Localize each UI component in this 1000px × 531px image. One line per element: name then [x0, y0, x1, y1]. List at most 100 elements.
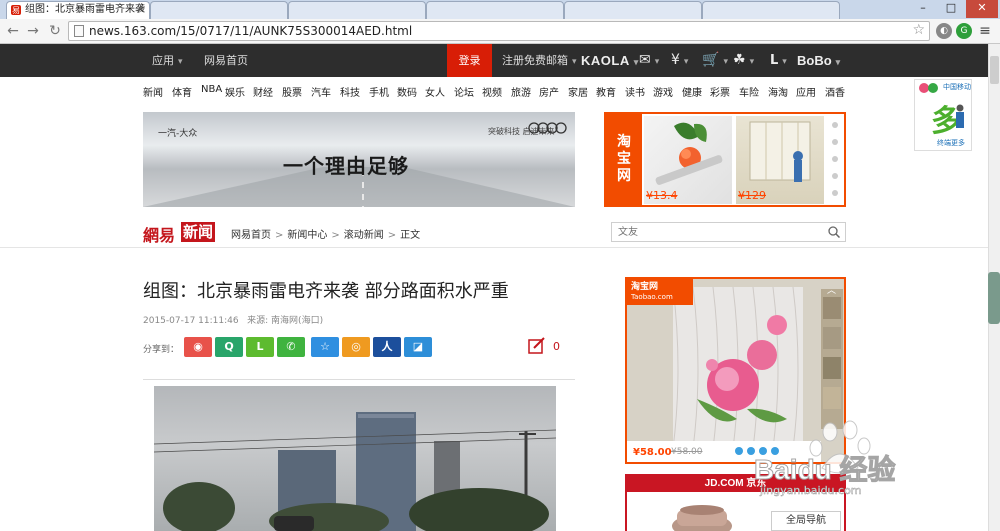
- cart-icon[interactable]: 🛒: [702, 44, 728, 77]
- taobao-banner-ad[interactable]: 淘宝网 ¥13.4 ¥129: [604, 112, 846, 207]
- breadcrumb-link[interactable]: 滚动新闻: [344, 230, 384, 241]
- channel-link[interactable]: 酒香: [825, 84, 845, 99]
- login-button[interactable]: 登录: [447, 44, 492, 77]
- curtain-image: [749, 121, 811, 182]
- scroll-up-chevron-icon[interactable]: ︿: [827, 283, 836, 296]
- teapot-product-image: [672, 505, 732, 531]
- channel-link[interactable]: 读书: [625, 84, 645, 99]
- mail-icon[interactable]: ✉: [639, 44, 659, 77]
- channel-link[interactable]: 股票: [282, 84, 302, 99]
- search-icon[interactable]: [828, 226, 840, 238]
- game-icon[interactable]: ☘: [733, 44, 754, 77]
- taobao-logo: 淘宝网: [606, 114, 642, 205]
- apps-menu[interactable]: 应用: [152, 44, 183, 77]
- carousel-dot[interactable]: [832, 156, 838, 162]
- breadcrumb-separator-icon: >: [331, 230, 340, 241]
- maximize-button[interactable]: □: [938, 0, 964, 18]
- channel-link[interactable]: 科技: [340, 84, 360, 99]
- netease-news-logo[interactable]: 網易 新闻: [143, 222, 221, 245]
- product-price: ¥129: [738, 189, 766, 202]
- breadcrumb-link[interactable]: 网易首页: [231, 230, 271, 241]
- yen-icon[interactable]: ¥: [671, 44, 688, 77]
- carousel-dot[interactable]: [832, 173, 838, 179]
- global-nav-button[interactable]: 全局导航: [771, 511, 841, 531]
- browser-tab[interactable]: [702, 1, 840, 19]
- netease-home-link[interactable]: 网易首页: [204, 44, 248, 77]
- share-lofter-button[interactable]: L: [246, 337, 274, 357]
- browser-tab[interactable]: [150, 1, 288, 19]
- product-curtain[interactable]: ¥129: [736, 116, 824, 204]
- bookmark-star-icon[interactable]: ☆: [912, 22, 925, 38]
- channel-link[interactable]: 家居: [568, 84, 588, 99]
- channel-link[interactable]: 财经: [253, 84, 273, 99]
- channel-link[interactable]: 娱乐: [225, 84, 245, 99]
- channel-link[interactable]: 房产: [539, 84, 559, 99]
- tab-close-icon[interactable]: ×: [137, 2, 145, 18]
- browser-menu-icon[interactable]: ≡: [976, 22, 994, 40]
- product-flower-vase[interactable]: ¥13.4: [644, 116, 732, 204]
- carousel-dot[interactable]: [832, 122, 838, 128]
- kaola-link[interactable]: KAOLA: [581, 44, 639, 77]
- minimize-button[interactable]: –: [910, 0, 936, 18]
- browser-tab-active[interactable]: 易 组图：北京暴雨雷电齐来袭 ×: [6, 1, 150, 19]
- window-close-button[interactable]: ✕: [966, 0, 998, 18]
- site-search[interactable]: [611, 222, 846, 242]
- share-more-button[interactable]: ◪: [404, 337, 432, 357]
- search-input[interactable]: [618, 225, 818, 239]
- channel-link[interactable]: 彩票: [710, 84, 730, 99]
- carousel-dot[interactable]: [832, 139, 838, 145]
- reload-icon[interactable]: ↻: [46, 22, 64, 40]
- forward-arrow-icon[interactable]: →: [24, 22, 42, 40]
- share-qzone-button[interactable]: Q: [215, 337, 243, 357]
- channel-link[interactable]: 女人: [425, 84, 445, 99]
- channel-link[interactable]: 新闻: [143, 84, 163, 99]
- extension-icon[interactable]: ◐: [936, 23, 952, 39]
- netease-favicon-icon: 易: [11, 5, 21, 15]
- share-wechat-button[interactable]: ✆: [277, 337, 305, 357]
- free-mail-link[interactable]: 注册免费邮箱: [502, 44, 577, 77]
- channel-link[interactable]: 手机: [369, 84, 389, 99]
- side-floating-widget[interactable]: [988, 272, 1000, 324]
- carousel-dot[interactable]: [832, 190, 838, 196]
- browser-tab[interactable]: [426, 1, 564, 19]
- cm-tagline: 终端更多: [937, 139, 965, 147]
- breadcrumb-separator-icon: >: [275, 230, 284, 241]
- comment-edit-icon[interactable]: [528, 337, 546, 355]
- channel-link[interactable]: 车险: [739, 84, 759, 99]
- channel-link[interactable]: 数码: [397, 84, 417, 99]
- share-sina-button[interactable]: ◎: [342, 337, 370, 357]
- article-divider: [143, 379, 575, 380]
- logo-netease-text: 網易: [143, 226, 176, 245]
- audi-banner-ad[interactable]: 一汽-大众 突破科技 启迪未来 一个理由足够: [143, 112, 575, 207]
- comment-count[interactable]: 0: [553, 340, 560, 353]
- article-photo[interactable]: [154, 386, 556, 531]
- channel-link[interactable]: 体育: [172, 84, 192, 99]
- channel-link[interactable]: 海淘: [768, 84, 788, 99]
- channel-link[interactable]: 教育: [596, 84, 616, 99]
- channel-link[interactable]: 健康: [682, 84, 702, 99]
- channel-link[interactable]: 游戏: [653, 84, 673, 99]
- channel-link[interactable]: NBA: [201, 84, 222, 95]
- rainy-city-photo: [154, 412, 556, 531]
- scrollbar-thumb[interactable]: [990, 56, 999, 84]
- channel-link[interactable]: 旅游: [511, 84, 531, 99]
- url-input[interactable]: [89, 23, 889, 39]
- share-qq-button[interactable]: ☆: [311, 337, 339, 357]
- breadcrumb-link[interactable]: 新闻中心: [287, 230, 327, 241]
- channel-link[interactable]: 应用: [796, 84, 816, 99]
- china-mobile-ad[interactable]: 中国移动 多 终端更多: [914, 79, 972, 151]
- browser-tab[interactable]: [288, 1, 426, 19]
- channel-link[interactable]: 论坛: [454, 84, 474, 99]
- channel-link[interactable]: 汽车: [311, 84, 331, 99]
- china-mobile-logo: 中国移动: [943, 83, 971, 91]
- bobo-link[interactable]: BoBo: [797, 44, 840, 77]
- l-menu[interactable]: L: [770, 44, 787, 77]
- browser-tab[interactable]: [564, 1, 702, 19]
- site-header-row: 網易 新闻 网易首页 > 新闻中心 > 滚动新闻 > 正文: [0, 216, 988, 248]
- channel-link[interactable]: 视频: [482, 84, 502, 99]
- back-arrow-icon[interactable]: ←: [4, 22, 22, 40]
- share-renren-button[interactable]: 人: [373, 337, 401, 357]
- share-weibo-button[interactable]: ◉: [184, 337, 212, 357]
- extension-green-icon[interactable]: G: [956, 23, 972, 39]
- address-bar[interactable]: ☆: [68, 21, 930, 41]
